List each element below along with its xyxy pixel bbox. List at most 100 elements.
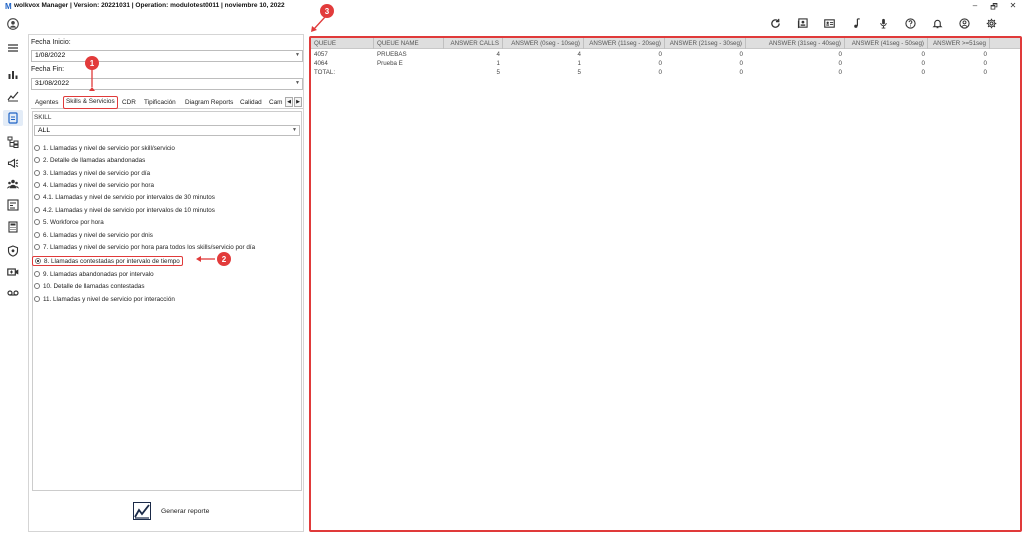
report-option-2[interactable]: 2. Detalle de llamadas abandonadas (34, 155, 145, 165)
restore-button[interactable]: 🗗 (989, 1, 999, 15)
column-header[interactable]: ANSWER CALLS (444, 38, 503, 49)
users-icon[interactable] (3, 176, 23, 192)
report-option-6[interactable]: 4.2. Llamadas y nivel de servicio por in… (34, 205, 215, 215)
report-option-label: 2. Detalle de llamadas abandonadas (43, 156, 146, 164)
title-bar: M wolkvox Manager | Version: 20221031 | … (0, 0, 1024, 14)
report-option-4[interactable]: 4. Llamadas y nivel de servicio por hora (34, 180, 154, 190)
tab-agentes[interactable]: Agentes (35, 97, 58, 109)
column-header[interactable]: QUEUE (311, 38, 374, 49)
avatar-icon[interactable] (3, 16, 23, 32)
tab-calidad[interactable]: Calidad (240, 97, 262, 109)
report-option-label: 4.2. Llamadas y nivel de servicio por in… (43, 206, 215, 214)
radio-button[interactable] (34, 145, 40, 151)
tab-skills-servicios[interactable]: Skills & Servicios (63, 96, 118, 109)
radio-button[interactable] (34, 283, 40, 289)
menu-icon[interactable] (3, 40, 23, 56)
report-option-9[interactable]: 7. Llamadas y nivel de servicio por hora… (34, 242, 255, 252)
window-controls: – 🗗 ✕ (970, 1, 1018, 15)
filter-panel: Fecha Inicio: 1/08/2022 ▼ Fecha Fin: 31/… (28, 34, 304, 532)
table-cell: 5 (577, 69, 581, 76)
bar-chart-icon[interactable] (3, 66, 23, 82)
radio-button[interactable] (34, 244, 40, 250)
tab-tipificacion[interactable]: Tipificación (144, 97, 176, 109)
tab-scroll-right-button[interactable]: ▶ (294, 97, 302, 107)
table-cell: 5 (496, 69, 500, 76)
close-button[interactable]: ✕ (1008, 1, 1018, 15)
report-option-3[interactable]: 3. Llamadas y nivel de servicio por día (34, 168, 150, 178)
window-title: wolkvox Manager | Version: 20221031 | Op… (14, 2, 285, 9)
skill-select[interactable]: ALL ▼ (34, 125, 300, 136)
table-cell: 1 (577, 60, 581, 67)
table-cell: 1 (496, 60, 500, 67)
tab-diagram-reports[interactable]: Diagram Reports (185, 97, 233, 109)
radio-button[interactable] (34, 182, 40, 188)
column-header[interactable]: QUEUE NAME (374, 38, 444, 49)
skill-value: ALL (38, 127, 51, 134)
column-header[interactable]: ANSWER (0seg - 10seg) (503, 38, 584, 49)
table-cell: 0 (658, 60, 662, 67)
music-icon[interactable] (850, 17, 863, 30)
chevron-down-icon: ▼ (295, 52, 300, 58)
tab-cam[interactable]: Cam (269, 97, 283, 109)
column-header[interactable]: ANSWER (41seg - 50seg) (845, 38, 928, 49)
table-cell: 0 (921, 69, 925, 76)
report-option-8[interactable]: 6. Llamadas y nivel de servicio por dnis (34, 230, 153, 240)
gear-icon[interactable] (985, 17, 998, 30)
generate-report-button[interactable]: Generar reporte (133, 502, 209, 520)
user-circle-icon[interactable] (958, 17, 971, 30)
radio-button[interactable] (34, 157, 40, 163)
callout-2: 2 (217, 252, 231, 266)
table-cell: 0 (739, 60, 743, 67)
microphone-icon[interactable] (877, 17, 890, 30)
report-option-label: 9. Llamadas abandonadas por intervalo (43, 270, 154, 278)
skill-label: SKILL (34, 114, 52, 121)
id-card-icon[interactable] (823, 17, 836, 30)
hierarchy-icon[interactable] (3, 134, 23, 150)
column-header[interactable]: ANSWER (21seg - 30seg) (665, 38, 746, 49)
tab-cdr[interactable]: CDR (122, 97, 136, 109)
report-option-5[interactable]: 4.1. Llamadas y nivel de servicio por in… (34, 192, 215, 202)
tab-scroll-left-button[interactable]: ◀ (285, 97, 293, 107)
column-header[interactable]: ANSWER >=51seg (928, 38, 990, 49)
voicemail-icon[interactable] (3, 285, 23, 301)
campaign-icon[interactable] (3, 155, 23, 171)
column-header[interactable]: ANSWER (11seg - 20seg) (584, 38, 665, 49)
minimize-button[interactable]: – (970, 1, 980, 15)
report-option-label: 1. Llamadas y nivel de servicio por skil… (43, 144, 175, 152)
radio-button[interactable] (34, 271, 40, 277)
radio-button[interactable] (34, 296, 40, 302)
radio-button[interactable] (34, 232, 40, 238)
report-option-label: 7. Llamadas y nivel de servicio por hora… (43, 243, 256, 251)
checklist-icon[interactable] (3, 197, 23, 213)
radio-button[interactable] (34, 170, 40, 176)
analytics-icon[interactable] (3, 88, 23, 104)
report-option-1[interactable]: 1. Llamadas y nivel de servicio por skil… (34, 143, 175, 153)
shield-icon[interactable] (3, 243, 23, 259)
table-row[interactable]: 4064 Prueba E 1 1 0 0 0 0 0 (311, 60, 1001, 69)
calculator-icon[interactable] (3, 219, 23, 235)
report-option-13[interactable]: 11. Llamadas y nivel de servicio por int… (34, 294, 175, 304)
table-cell (374, 69, 444, 78)
contacts-icon[interactable] (796, 17, 809, 30)
help-icon[interactable] (904, 17, 917, 30)
column-header[interactable]: ANSWER (31seg - 40seg) (746, 38, 845, 49)
fecha-fin-field[interactable]: 31/08/2022 ▼ (31, 78, 303, 90)
report-option-7[interactable]: 5. Workforce por hora (34, 217, 104, 227)
report-option-11[interactable]: 9. Llamadas abandonadas por intervalo (34, 269, 154, 279)
bell-icon[interactable] (931, 17, 944, 30)
video-icon[interactable] (3, 264, 23, 280)
table-row[interactable]: TOTAL: 5 5 0 0 0 0 0 (311, 69, 1001, 78)
table-cell: PRUEBAS (377, 51, 407, 58)
fecha-fin-label: Fecha Fin: (31, 66, 65, 73)
radio-button[interactable] (35, 258, 41, 264)
fecha-inicio-field[interactable]: 1/08/2022 ▼ (31, 50, 303, 62)
report-option-label: 3. Llamadas y nivel de servicio por día (43, 169, 151, 177)
report-option-12[interactable]: 10. Detalle de llamadas contestadas (34, 281, 145, 291)
reports-icon[interactable] (3, 110, 23, 126)
report-option-10[interactable]: 8. Llamadas contestadas por intervalo de… (32, 256, 183, 266)
radio-button[interactable] (34, 219, 40, 225)
table-row[interactable]: 4057 PRUEBAS 4 4 0 0 0 0 0 (311, 51, 1001, 60)
radio-button[interactable] (34, 194, 40, 200)
refresh-icon[interactable] (769, 17, 782, 30)
radio-button[interactable] (34, 207, 40, 213)
